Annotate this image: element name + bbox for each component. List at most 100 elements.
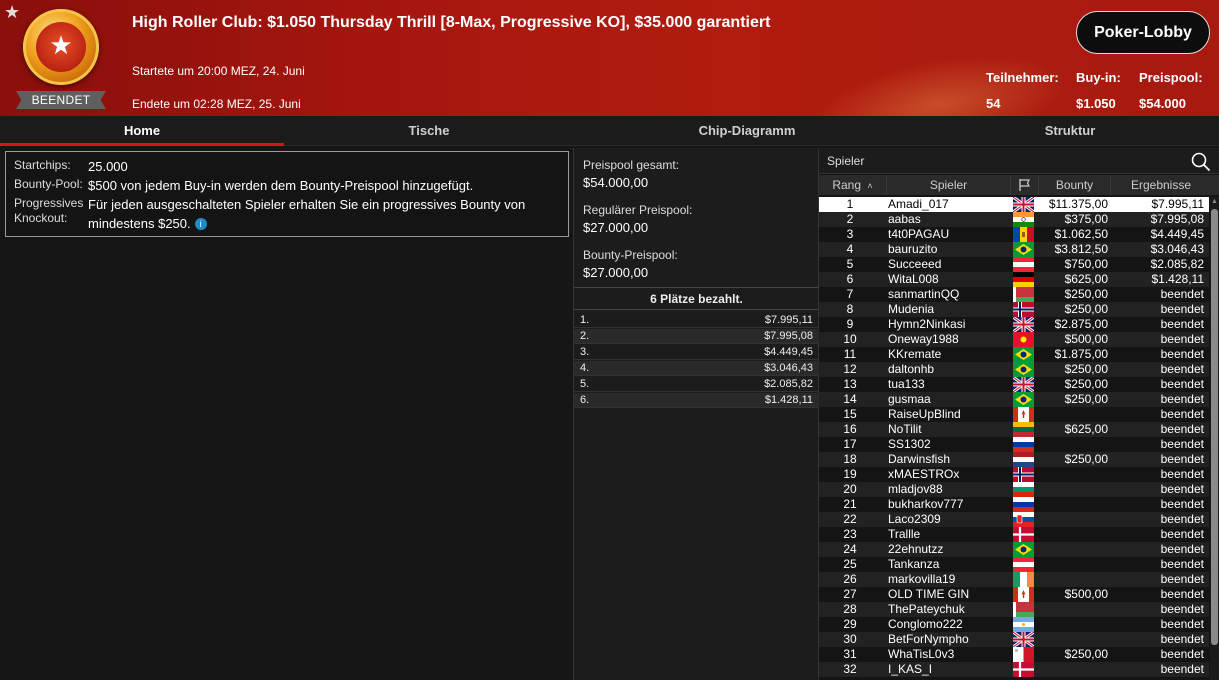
scroll-thumb[interactable] xyxy=(1211,209,1218,645)
player-result: beendet xyxy=(1160,497,1204,511)
player-row[interactable]: 31 WhaTisL0v3 $250,00 beendet xyxy=(819,647,1209,662)
player-bounty: $250,00 xyxy=(1064,302,1108,316)
player-rank: 18 xyxy=(843,452,857,466)
player-name: Amadi_017 xyxy=(888,197,949,211)
payout-place: 4. xyxy=(580,362,590,374)
player-row[interactable]: 17 SS1302 beendet xyxy=(819,437,1209,452)
favorite-star-icon[interactable]: ★ xyxy=(4,2,20,22)
scroll-up-arrow-icon[interactable]: ▲ xyxy=(1210,197,1219,207)
stat-participants: Teilnehmer: 54 xyxy=(986,70,1059,111)
player-bounty: $625,00 xyxy=(1064,422,1108,436)
player-rank: 28 xyxy=(843,602,857,616)
player-row[interactable]: 24 22ehnutzz beendet xyxy=(819,542,1209,557)
player-row[interactable]: 21 bukharkov777 beendet xyxy=(819,497,1209,512)
column-bounty[interactable]: Bounty xyxy=(1039,175,1111,195)
player-rank: 14 xyxy=(843,392,857,406)
poker-lobby-button[interactable]: Poker-Lobby xyxy=(1076,11,1210,54)
player-rank: 12 xyxy=(843,362,857,376)
player-row[interactable]: 16 NoTilit $625,00 beendet xyxy=(819,422,1209,437)
tab-tables[interactable]: Tische xyxy=(284,116,574,146)
player-row[interactable]: 1 Amadi_017 $11.375,00 $7.995,11 xyxy=(819,197,1209,214)
player-rank: 8 xyxy=(846,302,854,316)
player-row[interactable]: 15 RaiseUpBlind beendet xyxy=(819,407,1209,422)
player-row[interactable]: 7 sanmartinQQ $250,00 beendet xyxy=(819,287,1209,302)
pool-total: Preispool gesamt: $54.000,00 xyxy=(583,158,679,190)
payout-row: 6. $1.428,11 xyxy=(574,393,819,408)
player-rank: 6 xyxy=(846,272,854,286)
column-country[interactable] xyxy=(1011,175,1039,195)
player-row[interactable]: 14 gusmaa $250,00 beendet xyxy=(819,392,1209,407)
flag-column-icon xyxy=(1018,179,1030,191)
payout-place: 1. xyxy=(580,314,590,326)
payout-place: 5. xyxy=(580,378,590,390)
info-value: Für jeden ausgeschalteten Spieler erhalt… xyxy=(88,195,560,233)
player-search[interactable]: Spieler xyxy=(819,148,1219,174)
country-flag-icon xyxy=(1013,287,1034,302)
tab-structure[interactable]: Struktur xyxy=(920,116,1219,146)
player-row[interactable]: 6 WitaL008 $625,00 $1.428,11 xyxy=(819,272,1209,287)
country-flag-icon xyxy=(1013,467,1034,482)
stat-value: $54.000 xyxy=(1139,96,1186,111)
payout-row: 1. $7.995,11 xyxy=(574,313,819,328)
player-row[interactable]: 29 Conglomo222 beendet xyxy=(819,617,1209,632)
search-icon[interactable] xyxy=(1191,152,1211,172)
player-row[interactable]: 9 Hymn2Ninkasi $2.875,00 beendet xyxy=(819,315,1209,334)
player-result: beendet xyxy=(1160,407,1204,421)
payout-amount: $2.085,82 xyxy=(764,378,813,390)
player-row[interactable]: 20 mladjov88 beendet xyxy=(819,482,1209,497)
player-row[interactable]: 2 aabas $375,00 $7.995,08 xyxy=(819,212,1209,227)
player-row[interactable]: 23 Trallle beendet xyxy=(819,527,1209,542)
tab-home[interactable]: Home xyxy=(0,116,284,146)
player-row[interactable]: 26 markovilla19 beendet xyxy=(819,572,1209,587)
info-value: $500 von jedem Buy-in werden dem Bounty-… xyxy=(88,178,474,193)
player-row[interactable]: 10 Oneway1988 $500,00 beendet xyxy=(819,332,1209,347)
player-name: WhaTisL0v3 xyxy=(888,647,955,661)
player-row[interactable]: 13 tua133 $250,00 beendet xyxy=(819,375,1209,394)
payout-row: 4. $3.046,43 xyxy=(574,361,819,376)
payout-row: 5. $2.085,82 xyxy=(574,377,819,392)
player-result: beendet xyxy=(1160,512,1204,526)
player-rank: 26 xyxy=(843,572,857,586)
tab-chip-chart[interactable]: Chip-Diagramm xyxy=(574,116,920,146)
country-flag-icon xyxy=(1013,542,1034,557)
player-row[interactable]: 18 Darwinsfish $250,00 beendet xyxy=(819,452,1209,467)
player-name: Darwinsfish xyxy=(888,452,951,466)
player-rank: 11 xyxy=(843,347,857,361)
player-row[interactable]: 28 ThePateychuk beendet xyxy=(819,602,1209,617)
player-row[interactable]: 19 xMAESTROx beendet xyxy=(819,467,1209,482)
player-row[interactable]: 5 Succeeed $750,00 $2.085,82 xyxy=(819,257,1209,272)
player-name: Hymn2Ninkasi xyxy=(888,317,966,331)
player-name: xMAESTROx xyxy=(888,467,960,481)
info-label: Progressives Knockout: xyxy=(14,196,84,225)
player-row[interactable]: 32 I_KAS_I beendet xyxy=(819,662,1209,677)
player-bounty: $500,00 xyxy=(1064,587,1108,601)
player-row[interactable]: 3 t4t0PAGAU $1.062,50 $4.449,45 xyxy=(819,227,1209,242)
column-rank[interactable]: Rang ˄ xyxy=(819,175,887,195)
player-row[interactable]: 25 Tankanza beendet xyxy=(819,557,1209,572)
status-badge: BEENDET xyxy=(16,91,106,109)
country-flag-icon xyxy=(1013,482,1034,497)
player-list-scrollbar[interactable]: ▲ xyxy=(1210,197,1219,680)
player-row[interactable]: 8 Mudenia $250,00 beendet xyxy=(819,302,1209,317)
player-name: sanmartinQQ xyxy=(888,287,960,301)
info-icon[interactable]: i xyxy=(194,218,207,230)
player-row[interactable]: 22 Laco2309 beendet xyxy=(819,512,1209,527)
player-row[interactable]: 12 daltonhb $250,00 beendet xyxy=(819,362,1209,377)
player-rank: 30 xyxy=(843,632,857,646)
player-row[interactable]: 4 bauruzito $3.812,50 $3.046,43 xyxy=(819,242,1209,257)
player-name: SS1302 xyxy=(888,437,931,451)
player-row[interactable]: 30 BetForNympho beendet xyxy=(819,630,1209,649)
column-player[interactable]: Spieler xyxy=(887,175,1011,195)
player-result: $7.995,11 xyxy=(1151,197,1205,211)
player-row[interactable]: 27 OLD TIME GIN $500,00 beendet xyxy=(819,587,1209,602)
player-result: beendet xyxy=(1160,317,1204,331)
player-bounty: $250,00 xyxy=(1064,647,1108,661)
column-results[interactable]: Ergebnisse xyxy=(1111,175,1211,195)
player-row[interactable]: 11 KKremate $1.875,00 beendet xyxy=(819,347,1209,362)
country-flag-icon xyxy=(1013,332,1034,347)
player-result: beendet xyxy=(1160,542,1204,556)
player-name: Tankanza xyxy=(888,557,940,571)
country-flag-icon xyxy=(1013,302,1034,317)
player-rank: 4 xyxy=(846,242,854,256)
player-result: beendet xyxy=(1160,572,1204,586)
